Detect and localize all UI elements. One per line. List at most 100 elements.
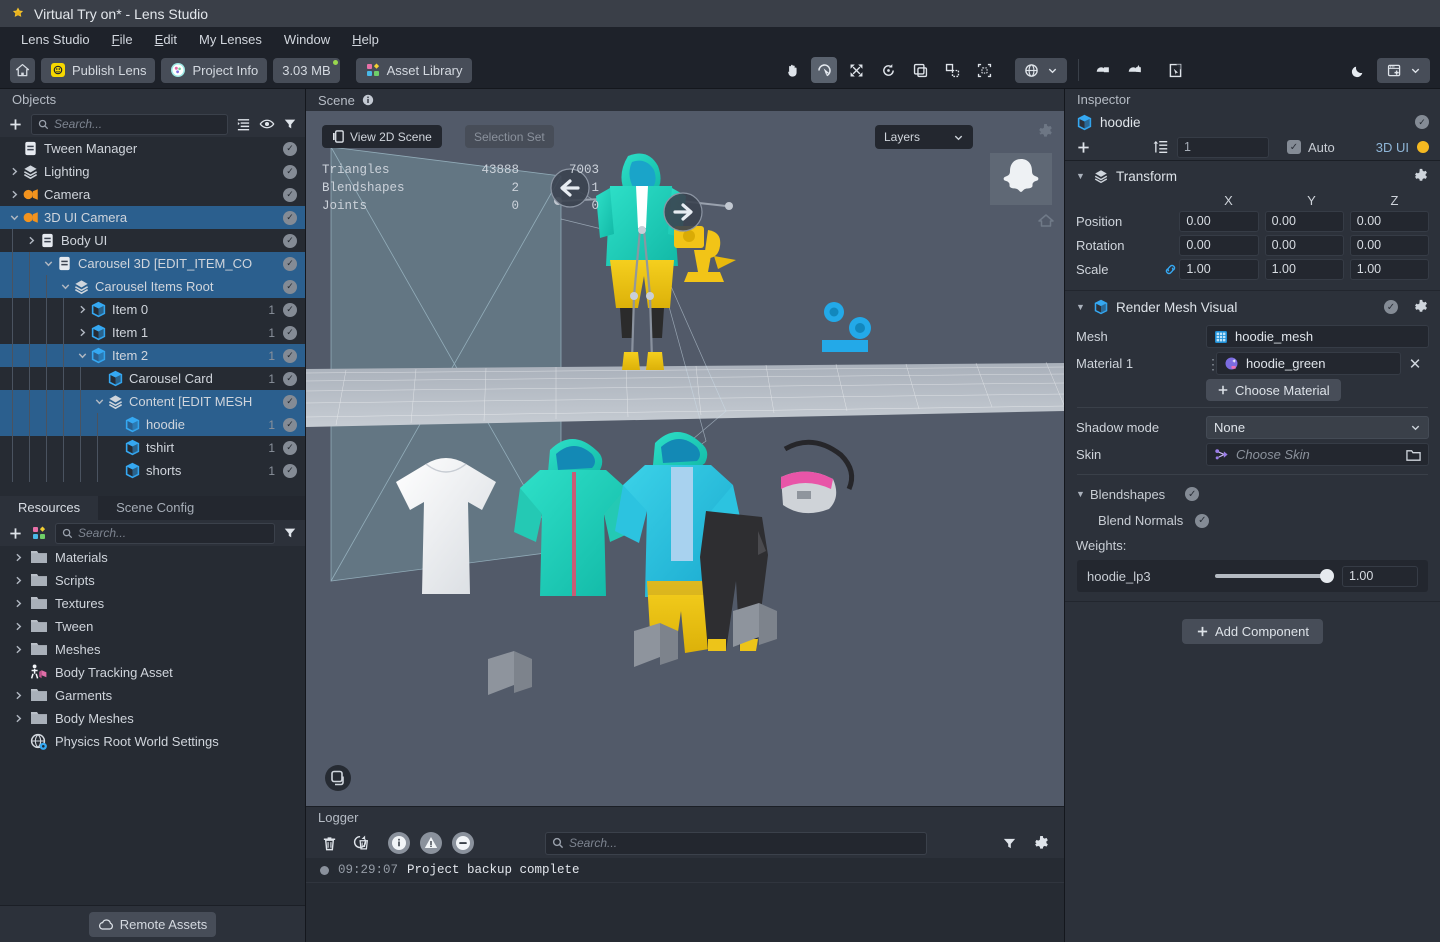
tree-twisty[interactable] <box>74 305 90 314</box>
gear-icon[interactable] <box>1413 299 1429 315</box>
object-tree-row[interactable]: tshirt 1 ✓ <box>0 436 305 459</box>
tree-twisty[interactable] <box>40 259 56 268</box>
bounds-tool-button[interactable] <box>971 57 997 83</box>
tab-resources[interactable]: Resources <box>0 496 99 520</box>
object-visibility-toggle[interactable]: ✓ <box>283 164 297 179</box>
menu-my-lenses[interactable]: My Lenses <box>188 27 273 52</box>
auto-checkbox[interactable]: ✓ <box>1287 140 1301 154</box>
view-2d-scene-button[interactable]: View 2D Scene <box>322 125 442 148</box>
mesh-value-field[interactable]: hoodie_mesh <box>1206 325 1429 348</box>
resource-tree-row[interactable]: Physics Root World Settings <box>0 730 305 753</box>
pivot-origin-button[interactable] <box>1122 57 1148 83</box>
tree-twisty[interactable] <box>6 213 22 222</box>
tree-twisty[interactable] <box>57 282 73 291</box>
move-tool-button[interactable] <box>843 57 869 83</box>
object-visibility-toggle[interactable]: ✓ <box>283 233 297 248</box>
logger-entries[interactable]: 09:29:07 Project backup complete <box>306 858 1064 942</box>
object-tree-row[interactable]: Camera ✓ <box>0 183 305 206</box>
menu-window[interactable]: Window <box>273 27 341 52</box>
position-x-input[interactable]: 0.00 <box>1179 210 1259 232</box>
object-visibility-toggle[interactable]: ✓ <box>283 279 297 294</box>
trash-icon[interactable] <box>318 832 340 854</box>
tree-twisty[interactable] <box>6 190 22 199</box>
project-info-button[interactable]: Project Info <box>161 57 268 83</box>
material-value-field[interactable]: hoodie_green <box>1216 352 1401 375</box>
tab-scene-config[interactable]: Scene Config <box>98 496 213 520</box>
log-level-info-button[interactable] <box>388 832 410 854</box>
object-tree-row[interactable]: Carousel 3D [EDIT_ITEM_CONTENT] ✓ <box>0 252 305 275</box>
object-tree-row[interactable]: Item 2 1 ✓ <box>0 344 305 367</box>
select-tool-button[interactable] <box>811 57 837 83</box>
object-visibility-toggle[interactable]: ✓ <box>283 371 297 386</box>
gear-icon[interactable] <box>1030 832 1052 854</box>
log-level-warning-button[interactable] <box>420 832 442 854</box>
filter-icon[interactable] <box>998 832 1020 854</box>
layer-index-input[interactable]: 1 <box>1177 136 1269 158</box>
eye-icon[interactable] <box>259 116 275 132</box>
hand-pan-tool-button[interactable] <box>779 57 805 83</box>
object-visibility-toggle[interactable]: ✓ <box>283 187 297 202</box>
theme-toggle-button[interactable] <box>1345 57 1371 83</box>
add-component-icon-button[interactable] <box>1076 140 1091 155</box>
skin-value-field[interactable]: Choose Skin <box>1206 443 1429 466</box>
publish-lens-button[interactable]: Publish Lens <box>41 57 156 83</box>
chevron-down-icon[interactable]: ▼ <box>1076 489 1086 499</box>
folder-icon[interactable] <box>1406 448 1421 462</box>
object-visibility-toggle[interactable]: ✓ <box>283 394 297 409</box>
object-visibility-toggle[interactable]: ✓ <box>283 256 297 271</box>
resource-tree-row[interactable]: Tween <box>0 615 305 638</box>
gear-icon[interactable] <box>1413 168 1429 184</box>
scale-tool-button[interactable] <box>907 57 933 83</box>
weight-value-input[interactable]: 1.00 <box>1342 565 1418 587</box>
add-component-button[interactable]: Add Component <box>1182 619 1323 644</box>
chevron-down-icon[interactable]: ▼ <box>1076 302 1086 312</box>
logger-search-input[interactable]: Search... <box>545 831 927 855</box>
tree-twisty[interactable] <box>10 553 26 562</box>
list-view-icon[interactable] <box>236 117 251 132</box>
project-size-button[interactable]: 3.03 MB <box>273 57 340 83</box>
blendshapes-checkbox[interactable]: ✓ <box>1185 487 1200 501</box>
object-visibility-toggle[interactable]: ✓ <box>283 141 297 156</box>
add-object-button[interactable] <box>8 117 23 132</box>
object-visibility-toggle[interactable]: ✓ <box>283 302 297 317</box>
tree-twisty[interactable] <box>23 236 39 245</box>
pivot-center-button[interactable] <box>1090 57 1116 83</box>
object-tree-row[interactable]: Carousel Items Root ✓ <box>0 275 305 298</box>
rotation-z-input[interactable]: 0.00 <box>1349 234 1429 256</box>
resource-tree-row[interactable]: Body Tracking Asset <box>0 661 305 684</box>
weight-slider-knob[interactable] <box>1320 569 1334 583</box>
tree-twisty[interactable] <box>10 691 26 700</box>
tree-twisty[interactable] <box>10 599 26 608</box>
rotation-x-input[interactable]: 0.00 <box>1179 234 1259 256</box>
asset-library-button[interactable]: Asset Library <box>355 57 472 83</box>
remote-assets-button[interactable]: Remote Assets <box>88 911 217 937</box>
resource-tree-row[interactable]: Meshes <box>0 638 305 661</box>
asset-library-blocks-icon[interactable] <box>31 525 47 541</box>
object-tree-row[interactable]: shorts 1 ✓ <box>0 459 305 482</box>
blend-normals-checkbox[interactable]: ✓ <box>1195 513 1210 528</box>
object-visibility-toggle[interactable]: ✓ <box>283 440 297 455</box>
resize-tool-button[interactable] <box>939 57 965 83</box>
tree-twisty[interactable] <box>6 167 22 176</box>
close-icon[interactable]: ✕ <box>1401 355 1429 373</box>
object-enabled-checkbox[interactable]: ✓ <box>1415 115 1429 129</box>
layer-color-swatch[interactable] <box>1417 141 1429 153</box>
tree-twisty[interactable] <box>74 351 90 360</box>
home-button[interactable] <box>10 57 35 83</box>
resource-tree-row[interactable]: Body Meshes <box>0 707 305 730</box>
material-drag-handle[interactable]: ⋮ <box>1206 357 1220 371</box>
add-panel-dropdown[interactable] <box>1377 57 1430 83</box>
tree-twisty[interactable] <box>74 328 90 337</box>
menu-lens-studio[interactable]: Lens Studio <box>10 27 101 52</box>
tree-twisty[interactable] <box>10 645 26 654</box>
object-tree-row[interactable]: Lighting ✓ <box>0 160 305 183</box>
object-visibility-toggle[interactable]: ✓ <box>283 348 297 363</box>
tree-twisty[interactable] <box>10 622 26 631</box>
object-visibility-toggle[interactable]: ✓ <box>283 210 297 225</box>
position-y-input[interactable]: 0.00 <box>1264 210 1344 232</box>
tree-twisty[interactable] <box>91 397 107 406</box>
rotation-y-input[interactable]: 0.00 <box>1264 234 1344 256</box>
objects-search-input[interactable]: Search... <box>31 113 228 135</box>
filter-icon[interactable] <box>283 117 297 131</box>
object-tree-row[interactable]: 3D UI Camera ✓ <box>0 206 305 229</box>
